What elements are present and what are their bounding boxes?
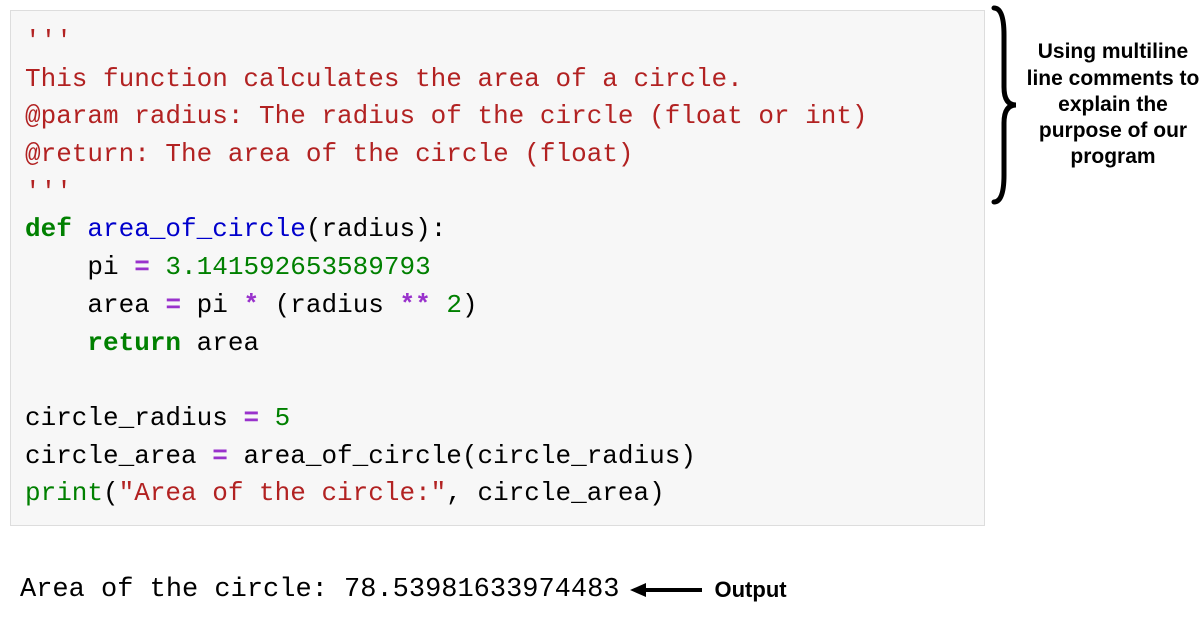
area-assign-line: area = pi * (radius ** 2): [25, 287, 970, 325]
function-name: area_of_circle: [87, 214, 305, 244]
radius-assign-line: circle_radius = 5: [25, 400, 970, 438]
area-call-line: circle_area = area_of_circle(circle_radi…: [25, 438, 970, 476]
annotation-right-text: Using multiline line comments to explain…: [1026, 39, 1200, 170]
docstring-close: ''': [25, 174, 970, 212]
print-line: print("Area of the circle:", circle_area…: [25, 475, 970, 513]
output-label: Output: [715, 577, 787, 603]
code-block: ''' This function calculates the area of…: [10, 10, 985, 526]
docstring-line-3: @return: The area of the circle (float): [25, 136, 970, 174]
docstring-line-2: @param radius: The radius of the circle …: [25, 98, 970, 136]
docstring-open: ''': [25, 23, 970, 61]
def-keyword: def: [25, 214, 72, 244]
def-line: def area_of_circle(radius):: [25, 211, 970, 249]
output-line: Area of the circle: 78.53981633974483 Ou…: [20, 575, 787, 605]
annotation-right: Using multiline line comments to explain…: [990, 5, 1200, 205]
docstring-line-1: This function calculates the area of a c…: [25, 61, 970, 99]
output-text: Area of the circle: 78.53981633974483: [20, 575, 620, 605]
return-line: return area: [25, 325, 970, 363]
left-arrow-icon: [630, 580, 705, 600]
pi-assign-line: pi = 3.141592653589793: [25, 249, 970, 287]
curly-brace-icon: [990, 5, 1020, 205]
blank-line: [25, 362, 970, 400]
